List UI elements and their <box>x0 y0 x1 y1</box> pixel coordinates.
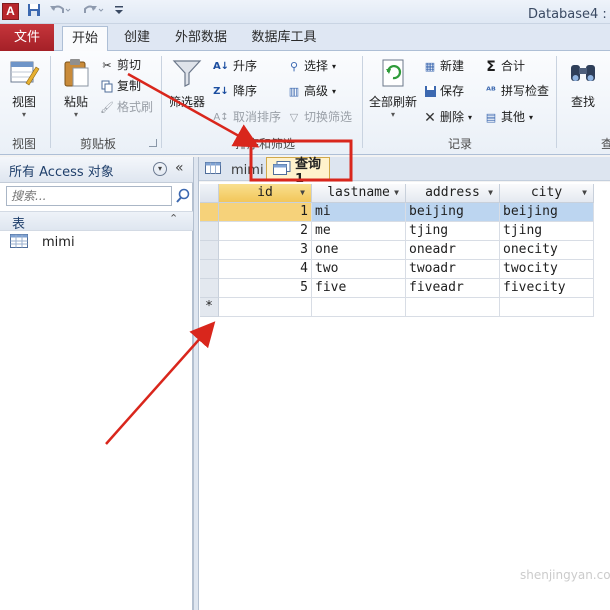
annotation-arrow-bottom <box>105 321 216 445</box>
annotation-arrow-top <box>127 72 260 148</box>
watermark: shenjingyan.com <box>520 568 610 582</box>
annotation-overlay <box>105 72 353 445</box>
annotation-highlight-box <box>249 139 353 182</box>
